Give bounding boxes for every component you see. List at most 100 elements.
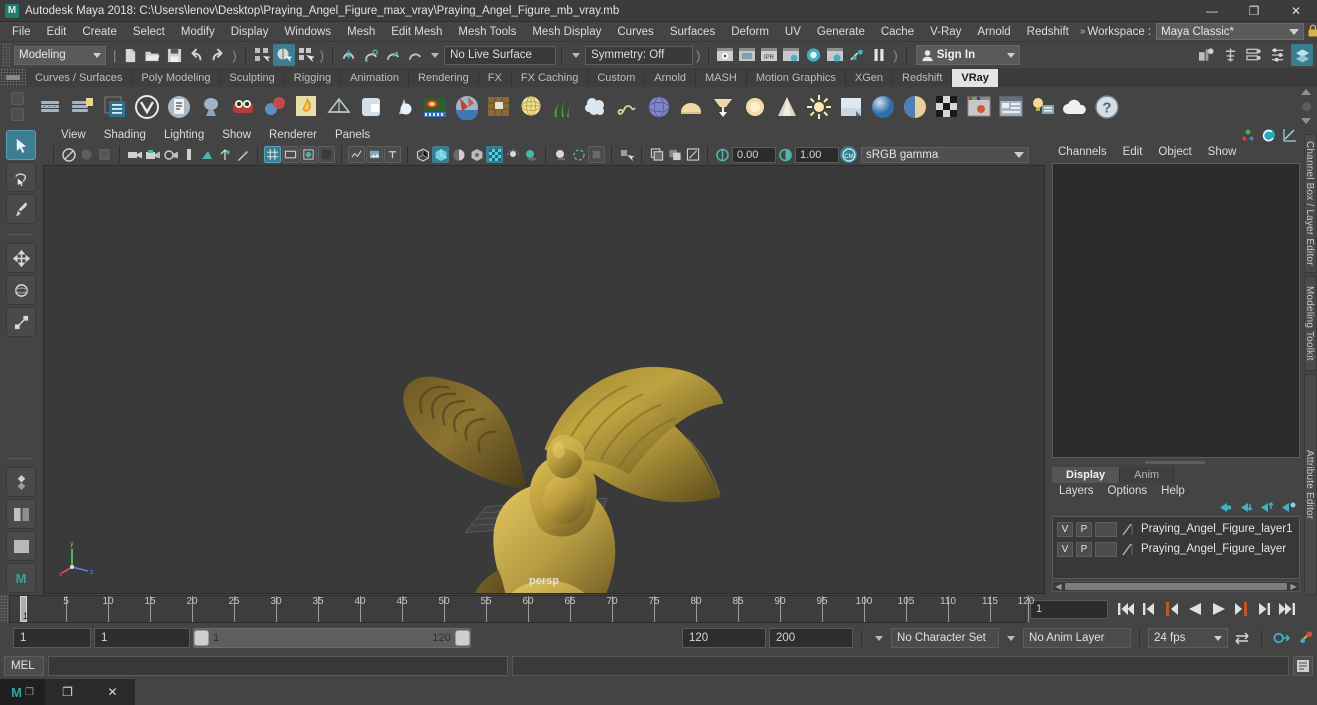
menu-mesh-display[interactable]: Mesh Display [524, 22, 609, 42]
lock-camera-icon[interactable] [78, 146, 95, 163]
exposure-icon[interactable] [348, 146, 365, 163]
create-layer-from-selected-icon[interactable] [1238, 501, 1254, 515]
anim-layer-chevron-icon[interactable] [1007, 635, 1016, 641]
menu-uv[interactable]: UV [777, 22, 809, 42]
animation-preferences-icon[interactable] [1295, 627, 1317, 649]
command-line-input[interactable] [48, 656, 508, 676]
step-back-frame-icon[interactable] [1161, 599, 1183, 620]
hypershade-icon[interactable] [802, 44, 824, 66]
toolbar-divider[interactable]: ) [229, 48, 239, 63]
vray-sky-icon[interactable] [516, 91, 546, 123]
range-start-handle[interactable] [194, 630, 209, 646]
scale-tool[interactable] [6, 307, 36, 337]
viewport-grab-icon[interactable] [366, 146, 383, 163]
vray-ies-light-icon[interactable] [708, 91, 738, 123]
vray-curve-icon[interactable] [612, 91, 642, 123]
grid-toggle-icon[interactable] [198, 146, 215, 163]
shelf-tab-arnold[interactable]: Arnold [645, 69, 697, 87]
select-by-hierarchy-icon[interactable] [251, 44, 273, 66]
shelf-tab-rigging[interactable]: Rigging [284, 69, 342, 87]
script-editor-icon[interactable] [1293, 656, 1313, 676]
motion-blur-icon[interactable] [570, 146, 587, 163]
shelf-tab-vray[interactable]: VRay [952, 69, 999, 87]
shade-wireframe-icon[interactable] [450, 146, 467, 163]
shelf-drag-handle[interactable] [0, 68, 26, 87]
redo-icon[interactable] [207, 44, 229, 66]
shelf-tab-mash[interactable]: MASH [696, 69, 747, 87]
resize-viewport-icon[interactable] [684, 146, 701, 163]
range-slider[interactable]: 1 120 [193, 628, 471, 648]
undo-icon[interactable] [185, 44, 207, 66]
snap-options-chevron-icon[interactable] [431, 52, 440, 58]
vray-dome-light-icon[interactable] [676, 91, 706, 123]
shelf-options-handle[interactable] [0, 87, 34, 126]
vray-help-icon[interactable]: ? [1092, 91, 1122, 123]
character-set-chevron-icon[interactable] [875, 635, 884, 641]
maximize-button[interactable]: ❐ [1233, 0, 1275, 22]
vray-plane-icon[interactable] [836, 91, 866, 123]
time-slider-drag-handle[interactable] [0, 595, 9, 623]
persp-layout[interactable] [6, 531, 36, 561]
pause-render-icon[interactable] [868, 44, 890, 66]
layer-visibility-toggle[interactable]: V [1057, 521, 1073, 537]
step-forward-keyframe-icon[interactable] [1253, 599, 1275, 620]
scroll-thumb[interactable] [1065, 583, 1287, 590]
smooth-shade-all-icon[interactable] [432, 146, 449, 163]
viewport-menu-panels[interactable]: Panels [326, 126, 379, 144]
current-time-indicator[interactable]: 1 [20, 596, 28, 622]
vray-fur-icon[interactable] [228, 91, 258, 123]
animation-start-time-field[interactable]: 1 [13, 628, 91, 648]
snap-to-curve-icon[interactable] [360, 44, 382, 66]
viewport-menu-show[interactable]: Show [213, 126, 260, 144]
menu-mesh[interactable]: Mesh [339, 22, 383, 42]
vray-mesh-light-icon[interactable] [356, 91, 386, 123]
paint-select-tool[interactable] [6, 194, 36, 224]
shelf-tab-motion-graphics[interactable]: Motion Graphics [746, 69, 846, 87]
layer-tab-anim[interactable]: Anim [1120, 467, 1175, 483]
vray-attributes-icon[interactable] [100, 91, 130, 123]
minimize-button[interactable]: — [1191, 0, 1233, 22]
snap-to-view-plane-icon[interactable] [404, 44, 426, 66]
toolbar-divider[interactable]: | [110, 48, 119, 63]
layer-menu-layers[interactable]: Layers [1052, 483, 1101, 499]
step-forward-frame-icon[interactable] [1230, 599, 1252, 620]
symmetry-field[interactable]: Symmetry: Off [585, 45, 694, 65]
animation-end-time-field[interactable]: 200 [769, 628, 854, 648]
maya-logo[interactable]: M [6, 563, 36, 593]
menu-edit[interactable]: Edit [39, 22, 75, 42]
shelf-tab-rendering[interactable]: Rendering [409, 69, 479, 87]
menu-edit-mesh[interactable]: Edit Mesh [383, 22, 450, 42]
vray-checker-icon[interactable] [932, 91, 962, 123]
play-forwards-icon[interactable] [1207, 599, 1229, 620]
grid-icon[interactable] [264, 146, 281, 163]
step-back-keyframe-icon[interactable] [1138, 599, 1160, 620]
viewport-menu-view[interactable]: View [52, 126, 95, 144]
redo-previous-render-icon[interactable] [736, 44, 758, 66]
close-button[interactable]: ✕ [1275, 0, 1317, 22]
menu-select[interactable]: Select [125, 22, 173, 42]
menu-cache[interactable]: Cache [873, 22, 922, 42]
layer-name[interactable]: Praying_Angel_Figure_layer1 [1137, 523, 1293, 535]
vray-ambient-light-icon[interactable] [740, 91, 770, 123]
shelf-tab-poly-modeling[interactable]: Poly Modeling [132, 69, 221, 87]
time-slider[interactable]: 1 5 10 15 20 25 30 35 40 45 50 55 60 65 … [9, 595, 1034, 623]
menu-arnold[interactable]: Arnold [969, 22, 1018, 42]
vray-fur-grass-icon[interactable] [548, 91, 578, 123]
vray-particles-icon[interactable] [580, 91, 610, 123]
playback-loop-icon[interactable] [1231, 627, 1253, 649]
shelf-tab-fx-caching[interactable]: FX Caching [511, 69, 589, 87]
text-overlay-icon[interactable] [384, 146, 401, 163]
color-space-dropdown[interactable]: sRGB gamma [861, 146, 1029, 163]
viewport-menu-renderer[interactable]: Renderer [260, 126, 326, 144]
film-gate-icon[interactable] [282, 146, 299, 163]
isolate-select-icon[interactable] [618, 146, 635, 163]
vray-volume-icon[interactable] [388, 91, 418, 123]
snapshot-icon[interactable] [666, 146, 683, 163]
vray-scene-icon[interactable] [164, 91, 194, 123]
shelf-tab-animation[interactable]: Animation [341, 69, 410, 87]
perspective-viewport[interactable]: persp y z x [43, 165, 1045, 594]
symmetry-chevron-icon[interactable] [572, 52, 581, 58]
workspace-dropdown[interactable]: Maya Classic* [1156, 23, 1305, 40]
menu-surfaces[interactable]: Surfaces [662, 22, 723, 42]
create-empty-layer-icon[interactable] [1217, 501, 1233, 515]
